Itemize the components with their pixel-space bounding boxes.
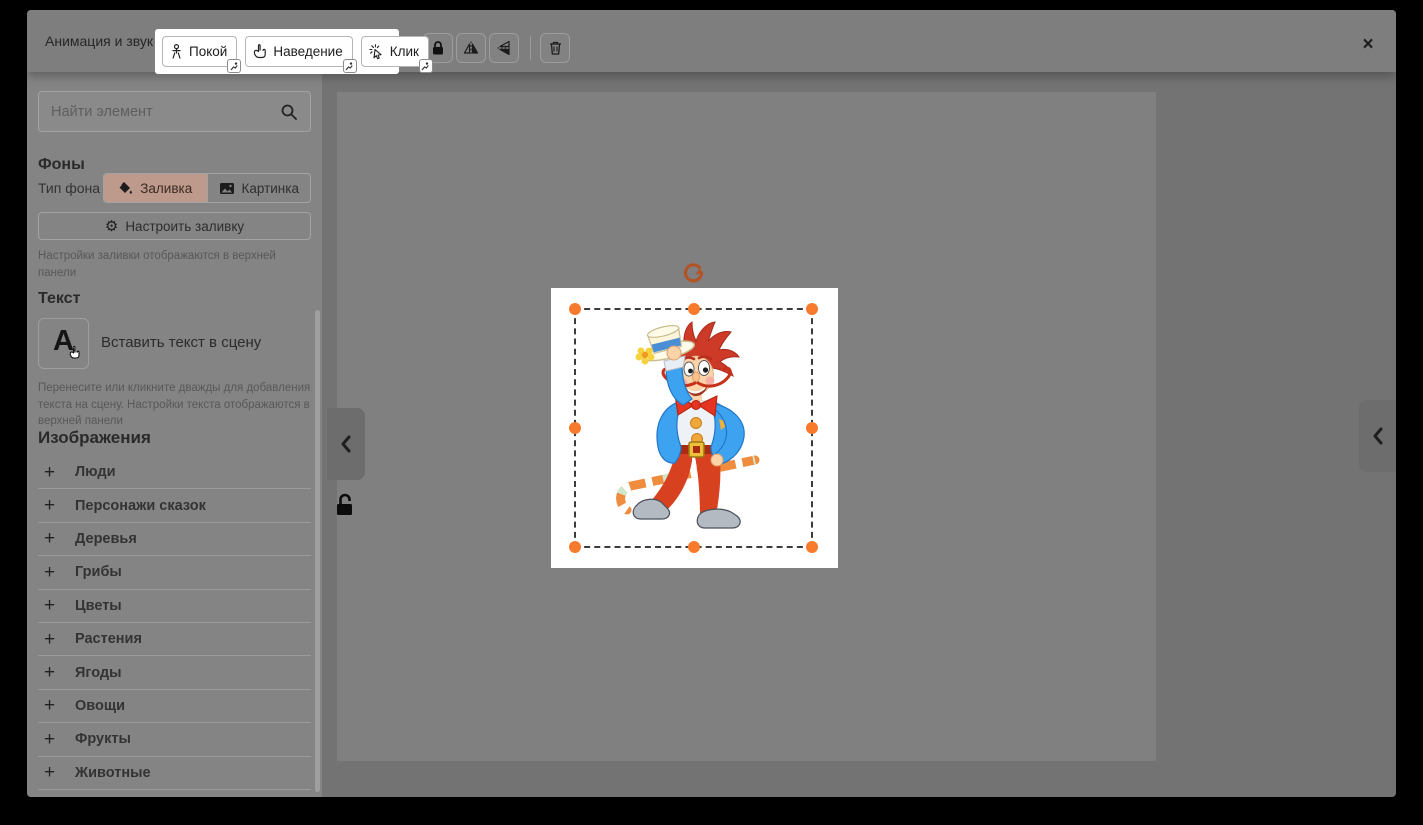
toolbar: Анимация и звук Покой Наведение	[27, 10, 1396, 72]
tab-hover-state[interactable]: Наведение	[245, 36, 352, 67]
tab-idle-state[interactable]: Покой	[162, 36, 237, 67]
segment-label: Картинка	[242, 181, 299, 196]
hand-cursor-icon	[69, 346, 82, 361]
rotate-icon	[682, 262, 706, 286]
hand-hover-icon	[253, 44, 267, 60]
fill-hint-text: Настройки заливки отображаются в верхней…	[38, 248, 316, 281]
selection-handle-s[interactable]	[688, 541, 700, 553]
configure-fill-label: Настроить заливку	[125, 219, 244, 234]
picture-type-button[interactable]: Картинка	[207, 174, 311, 202]
collapse-right-panel-tab[interactable]	[1359, 400, 1396, 472]
insert-text-label: Вставить текст в сцену	[101, 334, 261, 351]
segment-label: Заливка	[140, 181, 192, 196]
tab-label: Покой	[189, 44, 227, 59]
plus-icon: +	[44, 663, 62, 682]
close-icon: ×	[1362, 34, 1373, 56]
tab-label: Клик	[390, 44, 419, 59]
plus-icon: +	[44, 696, 62, 715]
rotate-handle[interactable]	[682, 262, 706, 286]
search-icon[interactable]	[280, 103, 298, 121]
animation-badge-icon	[227, 59, 241, 73]
fill-type-button[interactable]: Заливка	[104, 174, 207, 202]
background-type-switch: Заливка Картинка	[103, 173, 311, 203]
gear-icon: ⚙	[105, 219, 118, 234]
selection-handle-sw[interactable]	[569, 541, 581, 553]
category-row-flowers[interactable]: + Цветы	[38, 590, 311, 623]
plus-icon: +	[44, 630, 62, 649]
person-idle-icon	[170, 44, 183, 60]
plus-icon: +	[44, 496, 62, 515]
trash-icon	[548, 40, 563, 56]
search-input[interactable]	[51, 104, 280, 120]
selection-handle-w[interactable]	[569, 422, 581, 434]
category-row-mushrooms[interactable]: + Грибы	[38, 556, 311, 589]
unlock-toggle[interactable]	[333, 492, 359, 518]
plus-icon: +	[44, 730, 62, 749]
toolbar-separator	[530, 36, 531, 60]
close-button[interactable]: ×	[1354, 31, 1382, 59]
category-row-vegetables[interactable]: + Овощи	[38, 690, 311, 723]
lock-icon	[430, 40, 446, 56]
category-row-animals[interactable]: + Животные	[38, 757, 311, 790]
tab-label: Наведение	[273, 44, 342, 59]
sidebar-scrollbar[interactable]	[315, 310, 320, 792]
image-categories-list: + Люди + Персонажи сказок + Деревья + Гр…	[38, 456, 311, 790]
images-section-title: Изображения	[38, 428, 151, 448]
tab-click-state[interactable]: Клик	[361, 36, 429, 67]
plus-icon: +	[44, 563, 62, 582]
selection-handle-se[interactable]	[806, 541, 818, 553]
selection-box	[574, 308, 813, 548]
background-type-label: Тип фона	[38, 180, 100, 196]
animation-badge-icon	[343, 59, 357, 73]
tutorial-spotlight: Покой Наведение Кл	[155, 29, 399, 74]
category-row-people[interactable]: + Люди	[38, 456, 311, 489]
flip-horizontal-button[interactable]	[456, 33, 486, 63]
plus-icon: +	[44, 763, 62, 782]
flip-vertical-icon	[496, 40, 512, 56]
category-row-plants[interactable]: + Растения	[38, 623, 311, 656]
search-box	[38, 91, 311, 132]
cursor-click-icon	[369, 44, 384, 60]
panel-title: Анимация и звук	[45, 33, 153, 49]
selection-handle-n[interactable]	[688, 303, 700, 315]
category-row-berries[interactable]: + Ягоды	[38, 656, 311, 689]
plus-icon: +	[44, 596, 62, 615]
category-row-trees[interactable]: + Деревья	[38, 523, 311, 556]
chevron-left-icon	[340, 435, 352, 453]
flip-vertical-button[interactable]	[489, 33, 519, 63]
collapse-sidebar-tab[interactable]	[327, 408, 365, 480]
delete-button[interactable]	[540, 33, 570, 63]
category-row-fairytale[interactable]: + Персонажи сказок	[38, 489, 311, 522]
sidebar: Фоны Тип фона Заливка Картинка	[27, 72, 322, 797]
selection-handle-e[interactable]	[806, 422, 818, 434]
plus-icon: +	[44, 529, 62, 548]
selection-handle-ne[interactable]	[806, 303, 818, 315]
text-section-title: Текст	[38, 290, 80, 308]
chevron-left-icon	[1372, 427, 1384, 445]
flip-horizontal-icon	[463, 40, 479, 56]
text-hint-text: Перенесите или кликните дважды для добав…	[38, 380, 320, 430]
backgrounds-section-title: Фоны	[38, 156, 85, 174]
unlock-icon	[333, 492, 357, 518]
plus-icon: +	[44, 463, 62, 482]
configure-fill-button[interactable]: ⚙ Настроить заливку	[38, 212, 311, 240]
category-row-fruits[interactable]: + Фрукты	[38, 723, 311, 756]
image-icon	[219, 182, 235, 195]
insert-text-button[interactable]: A	[38, 318, 89, 369]
app-window: Анимация и звук Покой Наведение	[27, 10, 1396, 797]
paint-bucket-icon	[118, 181, 133, 195]
animation-badge-icon	[419, 59, 433, 73]
selection-handle-nw[interactable]	[569, 303, 581, 315]
